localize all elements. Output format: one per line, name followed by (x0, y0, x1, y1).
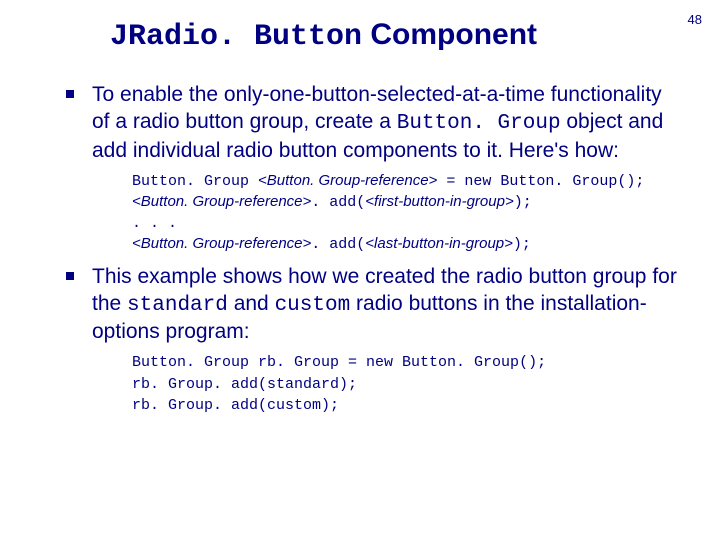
slide: 48 JRadio. Button Component To enable th… (0, 0, 720, 540)
code-block: Button. Group rb. Group = new Button. Gr… (132, 352, 680, 416)
body-list: To enable the only-one-button-selected-a… (60, 82, 680, 416)
paragraph: This example shows how we created the ra… (92, 264, 680, 347)
paragraph: To enable the only-one-button-selected-a… (92, 82, 680, 165)
slide-title: JRadio. Button Component (110, 18, 680, 54)
code-block: Button. Group <Button. Group-reference> … (132, 171, 680, 256)
bullet-item: To enable the only-one-button-selected-a… (60, 82, 680, 256)
bullet-item: This example shows how we created the ra… (60, 264, 680, 416)
page-number: 48 (688, 12, 702, 27)
title-rest: Component (362, 18, 537, 51)
title-code: JRadio. Button (110, 20, 362, 54)
